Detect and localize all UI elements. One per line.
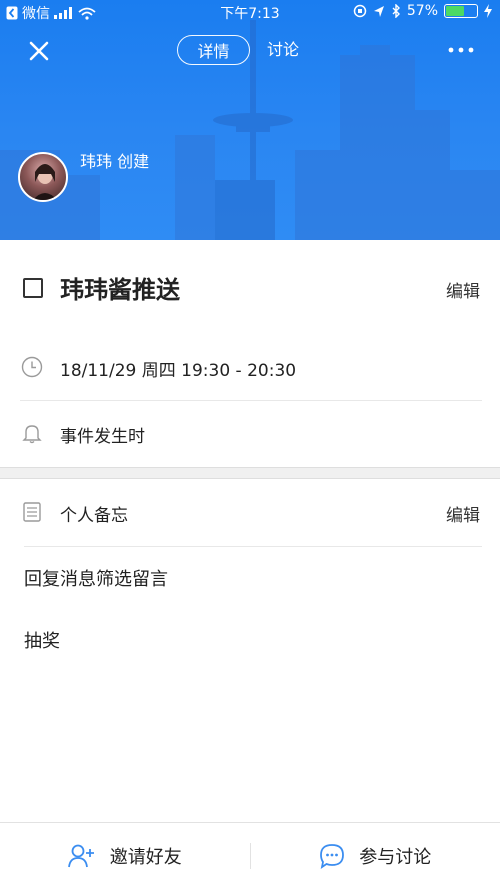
complete-checkbox[interactable] — [23, 278, 43, 298]
invite-label: 邀请好友 — [109, 846, 182, 868]
notes-header: 个人备忘 编辑 — [0, 479, 500, 547]
edit-event-button[interactable]: 编辑 — [446, 277, 480, 302]
avatar[interactable] — [18, 152, 68, 202]
discuss-label: 参与讨论 — [359, 846, 432, 868]
clock-icon — [21, 356, 43, 378]
reminder-row[interactable]: 事件发生时 — [0, 401, 500, 467]
datetime-row[interactable]: 18/11/29 周四 19:30 - 20:30 — [0, 335, 500, 401]
event-header: 微信 下午7:13 57% 详情 讨论 玮玮 创建 — [0, 0, 500, 240]
note-text: 抽奖 — [24, 631, 60, 652]
bluetooth-icon — [392, 4, 400, 18]
section-separator — [0, 467, 500, 479]
status-bar: 微信 下午7:13 57% — [0, 0, 500, 24]
segmented-control: 详情 讨论 — [177, 35, 299, 65]
bell-icon — [22, 425, 42, 444]
reminder-text: 事件发生时 — [60, 427, 145, 447]
battery-icon — [444, 4, 478, 18]
note-text: 回复消息筛选留言 — [24, 569, 168, 590]
note-item: 抽奖 — [0, 609, 500, 671]
invite-friends-button[interactable]: 邀请好友 — [0, 823, 250, 888]
event-datetime: 18/11/29 周四 19:30 - 20:30 — [60, 361, 297, 381]
event-title: 玮玮酱推送 — [60, 276, 180, 304]
join-discussion-button[interactable]: 参与讨论 — [251, 823, 500, 888]
add-user-icon — [67, 844, 94, 867]
creator-info: 玮玮 创建 — [18, 152, 149, 202]
tab-details[interactable]: 详情 — [177, 35, 250, 65]
creator-label: 玮玮 创建 — [80, 152, 150, 171]
note-item: 回复消息筛选留言 — [0, 547, 500, 609]
top-nav: 详情 讨论 — [0, 28, 500, 72]
location-icon — [373, 5, 384, 17]
battery-percent: 57% — [406, 3, 438, 19]
tab-discussion[interactable]: 讨论 — [267, 35, 299, 65]
bottom-action-bar: 邀请好友 参与讨论 — [0, 822, 500, 888]
charging-icon — [484, 4, 492, 18]
edit-notes-button[interactable]: 编辑 — [446, 501, 480, 526]
more-icon[interactable] — [446, 38, 476, 62]
chat-icon — [320, 843, 345, 869]
notes-icon — [23, 502, 41, 522]
orientation-lock-icon — [353, 4, 367, 18]
event-detail: 玮玮酱推送 编辑 18/11/29 周四 19:30 - 20:30 事件发生时… — [0, 240, 500, 671]
close-icon[interactable] — [22, 34, 56, 68]
title-row: 玮玮酱推送 编辑 — [0, 240, 500, 335]
notes-heading: 个人备忘 — [60, 506, 128, 526]
